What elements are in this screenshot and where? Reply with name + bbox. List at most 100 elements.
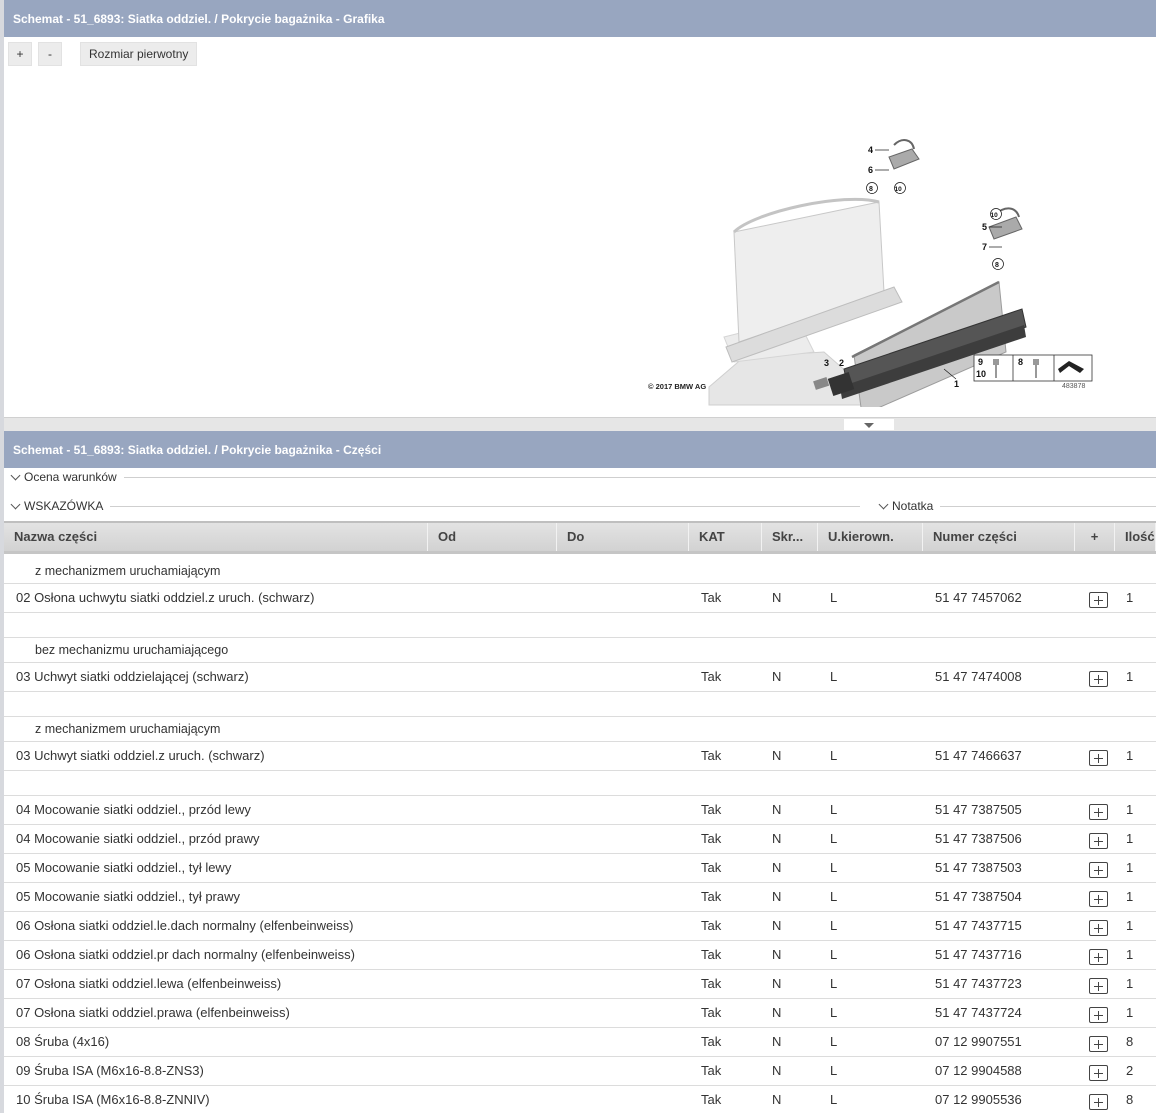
table-row[interactable]: 02 Osłona uchwytu siatki oddziel.z uruch… (4, 584, 1156, 613)
panel-splitter[interactable] (4, 417, 1156, 431)
col-name-header[interactable]: Nazwa części (4, 523, 428, 551)
part-number: 07 12 9907551 (935, 1034, 1022, 1049)
quantity-value: 1 (1126, 748, 1134, 763)
table-row[interactable]: 06 Osłona siatki oddziel.pr dach normaln… (4, 941, 1156, 970)
steering-value: L (830, 1063, 838, 1078)
kat-value: Tak (701, 976, 722, 991)
skr-value: N (772, 669, 782, 684)
hint-label: WSKAZÓWKA (24, 499, 104, 513)
add-to-cart-icon[interactable] (1089, 978, 1108, 994)
add-to-cart-icon[interactable] (1089, 804, 1108, 820)
steering-value: L (830, 947, 838, 962)
steering-value: L (830, 918, 838, 933)
add-to-cart-icon[interactable] (1089, 750, 1108, 766)
quantity-value: 1 (1126, 947, 1134, 962)
part-number: 51 47 7437724 (935, 1005, 1022, 1020)
add-to-cart-icon[interactable] (1089, 671, 1108, 687)
callout-8a: 8 (869, 186, 873, 193)
add-to-cart-icon[interactable] (1089, 920, 1108, 936)
add-to-cart-icon[interactable] (1089, 1036, 1108, 1052)
col-to-header[interactable]: Do (557, 523, 689, 551)
kat-value: Tak (701, 860, 722, 875)
add-to-cart-icon[interactable] (1089, 1094, 1108, 1110)
steering-value: L (830, 1092, 838, 1107)
skr-value: N (772, 976, 782, 991)
table-row[interactable]: 03 Uchwyt siatki oddziel.z uruch. (schwa… (4, 742, 1156, 771)
quantity-value: 1 (1126, 590, 1134, 605)
kat-value: Tak (701, 947, 722, 962)
kat-value: Tak (701, 802, 722, 817)
table-row[interactable]: 05 Mocowanie siatki oddziel., tył lewy Ta… (4, 854, 1156, 883)
steering-value: L (830, 1005, 838, 1020)
table-row[interactable]: 07 Osłona siatki oddziel.prawa (elfenbei… (4, 999, 1156, 1028)
part-name: 02 Osłona uchwytu siatki oddziel.z uruch… (16, 590, 315, 605)
skr-value: N (772, 748, 782, 763)
kat-value: Tak (701, 918, 722, 933)
part-name: 05 Mocowanie siatki oddziel., tył lewy (16, 860, 232, 875)
graphic-panel-header: Schemat - 51_6893: Siatka oddziel. / Pok… (4, 0, 1156, 37)
splitter-toggle[interactable] (844, 419, 894, 430)
part-name: 04 Mocowanie siatki oddziel., przód praw… (16, 831, 260, 846)
quantity-value: 1 (1126, 1005, 1134, 1020)
callout-7: 7 (982, 242, 987, 252)
table-spacer-row (4, 613, 1156, 638)
steering-value: L (830, 1034, 838, 1049)
add-to-cart-icon[interactable] (1089, 1007, 1108, 1023)
zoom-out-button[interactable]: - (38, 42, 62, 66)
chevron-down-icon (10, 471, 22, 483)
col-skr-header[interactable]: Skr... (762, 523, 818, 551)
reset-size-button[interactable]: Rozmiar pierwotny (80, 42, 198, 66)
table-row[interactable]: 10 Śruba ISA (M6x16-8.8-ZNNIV) Tak N L 07 12… (4, 1086, 1156, 1113)
table-row[interactable]: 05 Mocowanie siatki oddziel., tył prawy T… (4, 883, 1156, 912)
add-to-cart-icon[interactable] (1089, 862, 1108, 878)
diagram-image-id: 483878 (1062, 383, 1085, 390)
quantity-value: 1 (1126, 802, 1134, 817)
note-text: z mechanizmem uruchamiającym (35, 722, 221, 736)
conditions-label: Ocena warunków (24, 470, 117, 484)
col-kat-header[interactable]: KAT (689, 523, 762, 551)
conditions-toggle[interactable]: Ocena warunków (10, 470, 117, 484)
hint-toggle[interactable]: WSKAZÓWKA (10, 499, 103, 513)
part-name: 06 Osłona siatki oddziel.pr dach normaln… (16, 947, 355, 962)
quantity-value: 1 (1126, 669, 1134, 684)
callout-8b: 8 (995, 262, 999, 269)
table-row[interactable]: 09 Śruba ISA (M6x16-8.8-ZNS3) Tak N L 07 12 … (4, 1057, 1156, 1086)
add-to-cart-icon[interactable] (1089, 891, 1108, 907)
skr-value: N (772, 918, 782, 933)
table-row[interactable]: 04 Mocowanie siatki oddziel., przód praw… (4, 825, 1156, 854)
add-to-cart-icon[interactable] (1089, 833, 1108, 849)
part-name: 09 Śruba ISA (M6x16-8.8-ZNS3) (16, 1063, 204, 1078)
col-qty-header[interactable]: Ilość (1115, 523, 1156, 551)
part-number: 51 47 7437716 (935, 947, 1022, 962)
col-plus-header[interactable]: + (1075, 523, 1115, 551)
graphic-toolbar: + - Rozmiar pierwotny (8, 42, 198, 66)
kat-value: Tak (701, 1063, 722, 1078)
skr-value: N (772, 590, 782, 605)
hint-rule (110, 506, 860, 507)
note-toggle[interactable]: Notatka (878, 499, 933, 513)
parts-diagram[interactable]: 4 6 8 10 10 5 7 8 3 2 1 9 10 8 483878 © … (644, 87, 1096, 407)
note-rule (940, 506, 1156, 507)
table-row[interactable]: 07 Osłona siatki oddziel.lewa (elfenbein… (4, 970, 1156, 999)
add-to-cart-icon[interactable] (1089, 1065, 1108, 1081)
zoom-in-button[interactable]: + (8, 42, 32, 66)
table-row[interactable]: 04 Mocowanie siatki oddziel., przód lewy… (4, 796, 1156, 825)
add-to-cart-icon[interactable] (1089, 592, 1108, 608)
steering-value: L (830, 831, 838, 846)
legend-8: 8 (1018, 357, 1023, 367)
part-number: 51 47 7387505 (935, 802, 1022, 817)
col-from-header[interactable]: Od (428, 523, 557, 551)
callout-1: 1 (954, 379, 959, 389)
table-spacer-row (4, 692, 1156, 717)
table-row[interactable]: 06 Osłona siatki oddziel.le.dach normaln… (4, 912, 1156, 941)
graphic-area[interactable]: 4 6 8 10 10 5 7 8 3 2 1 9 10 8 483878 © … (4, 37, 1156, 417)
add-to-cart-icon[interactable] (1089, 949, 1108, 965)
callout-2: 2 (839, 358, 844, 368)
conditions-rule (124, 477, 1156, 478)
part-number: 51 47 7437715 (935, 918, 1022, 933)
col-number-header[interactable]: Numer części (923, 523, 1075, 551)
part-name: 03 Uchwyt siatki oddziel.z uruch. (schwa… (16, 748, 265, 763)
col-steering-header[interactable]: U.kierown. (818, 523, 923, 551)
table-row[interactable]: 03 Uchwyt siatki oddzielającej (schwarz)… (4, 663, 1156, 692)
table-row[interactable]: 08 Śruba (4x16) Tak N L 07 12 9907551 8 (4, 1028, 1156, 1057)
